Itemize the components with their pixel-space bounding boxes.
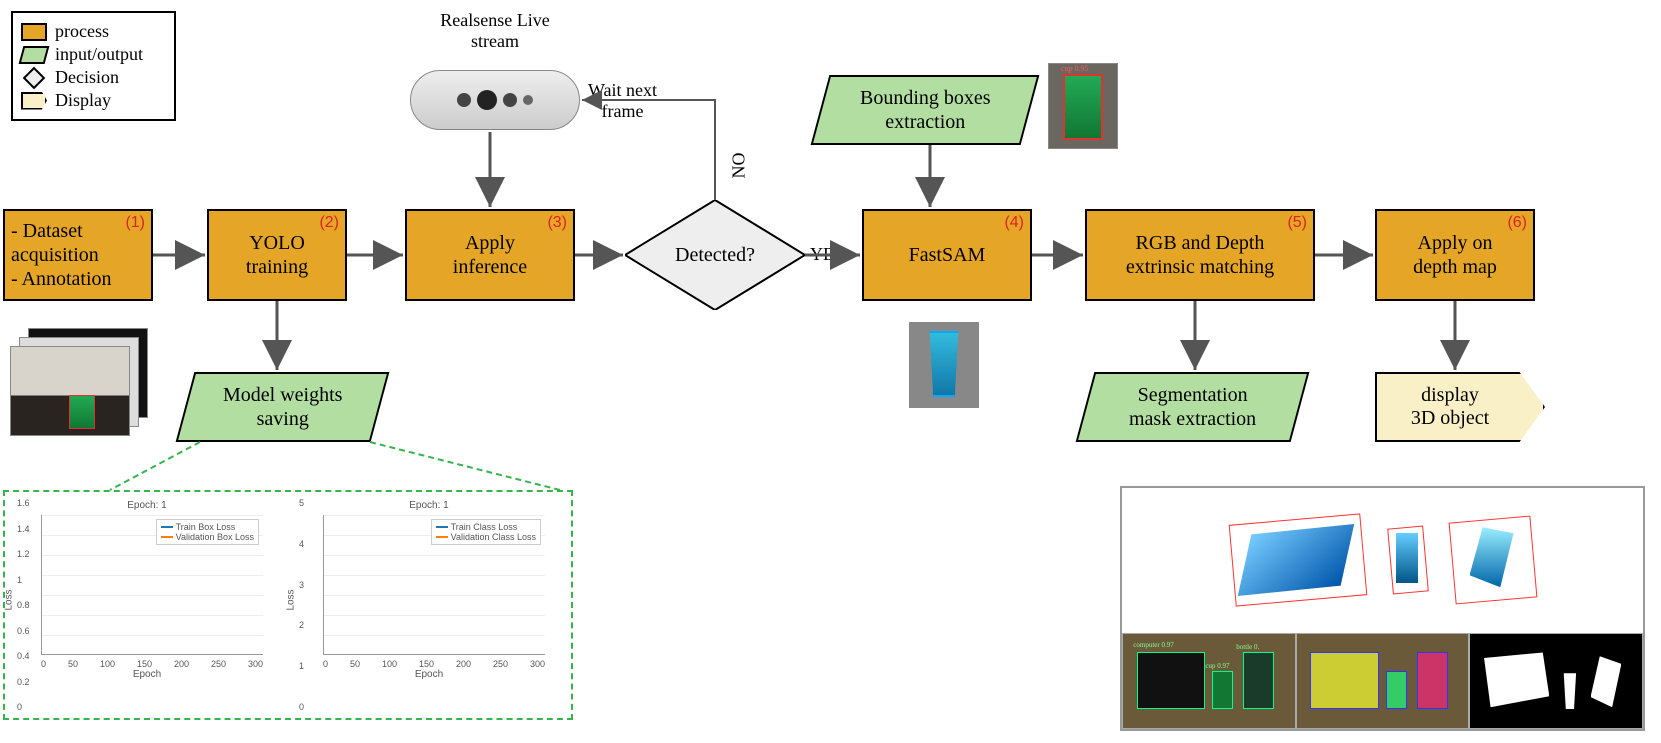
- step6-tag: (6): [1507, 213, 1527, 232]
- legend-swatch-decision: [23, 66, 46, 89]
- box-loss-chart: Epoch: 1 Loss 1.61.41.210.80.60.40.20 Tr…: [11, 498, 283, 712]
- legend-label-display: Display: [55, 90, 111, 111]
- result-segmentation: [1296, 633, 1470, 729]
- edge-yes: YES: [810, 244, 844, 265]
- decision-detected: Detected?: [625, 200, 805, 310]
- chart1-legend: Train Class Loss Validation Class Loss: [431, 519, 541, 545]
- chart1-title: Epoch: 1: [293, 500, 565, 511]
- legend-label-io: input/output: [55, 44, 143, 65]
- chart0-yticks: 1.61.41.210.80.60.40.20: [17, 498, 30, 712]
- step1-line1: acquisition: [11, 244, 99, 266]
- legend-label-decision: Decision: [55, 67, 119, 88]
- step3-tag: (3): [547, 213, 567, 232]
- step4-label: FastSAM: [909, 243, 986, 267]
- chart0-xticks: 050100150200250300: [41, 659, 263, 669]
- bbox-thumb: cup 0.95: [1048, 63, 1118, 149]
- step1-line0: - Dataset: [11, 220, 83, 242]
- io-segmask-label: Segmentation mask extraction: [1129, 383, 1256, 431]
- result-panel: computer 0.97 cup 0.97 bottle 0.: [1120, 486, 1645, 731]
- fastsam-thumb: [909, 322, 979, 408]
- decision-label: Detected?: [625, 200, 805, 310]
- io-bounding-boxes: Bounding boxes extraction: [811, 75, 1040, 145]
- legend-swatch-io: [19, 46, 50, 64]
- legend-swatch-display: [21, 92, 47, 110]
- step5-label: RGB and Depth extrinsic matching: [1126, 231, 1274, 279]
- class-loss-chart: Epoch: 1 Loss 543210 Train Class Loss Va…: [293, 498, 565, 712]
- chart1-ylabel: Loss: [286, 589, 297, 610]
- chart0-xlabel: Epoch: [11, 669, 283, 680]
- result-binary-mask: [1469, 633, 1643, 729]
- chart0-legend: Train Box Loss Validation Box Loss: [156, 519, 259, 545]
- display-3d-label: display 3D object: [1411, 384, 1489, 430]
- io-model-weights: Model weights saving: [176, 372, 390, 442]
- step2-tag: (2): [319, 213, 339, 232]
- realsense-label: Realsense Live stream: [405, 10, 585, 52]
- step4-fastsam: (4) FastSAM: [862, 209, 1032, 301]
- realsense-camera-image: [410, 70, 580, 130]
- step3-apply-inference: (3) Apply inference: [405, 209, 575, 301]
- legend-label-process: process: [55, 21, 109, 42]
- edge-no: NO: [729, 153, 750, 179]
- chart0-ylabel: Loss: [4, 589, 15, 610]
- step2-yolo-training: (2) YOLO training: [207, 209, 347, 301]
- chart1-xticks: 050100150200250300: [323, 659, 545, 669]
- io-bbox-label: Bounding boxes extraction: [860, 86, 991, 134]
- chart1-xlabel: Epoch: [293, 669, 565, 680]
- step1-tag: (1): [125, 213, 145, 232]
- legend-swatch-process: [21, 23, 47, 41]
- display-3d-object: display 3D object: [1375, 372, 1545, 442]
- io-weights-label: Model weights saving: [223, 383, 342, 431]
- step6-apply-depth-map: (6) Apply on depth map: [1375, 209, 1535, 301]
- chart0-title: Epoch: 1: [11, 500, 283, 511]
- step1-line2: - Annotation: [11, 268, 112, 290]
- legend: process input/output Decision Display: [11, 11, 176, 121]
- step5-tag: (5): [1287, 213, 1307, 232]
- result-3d-view: [1122, 488, 1643, 633]
- io-seg-mask: Segmentation mask extraction: [1076, 372, 1310, 442]
- step1-dataset-acquisition: (1) - Dataset acquisition - Annotation: [3, 209, 153, 301]
- step4-tag: (4): [1004, 213, 1024, 232]
- edge-wait-next: Wait next frame: [588, 80, 657, 122]
- step5-rgb-depth-matching: (5) RGB and Depth extrinsic matching: [1085, 209, 1315, 301]
- step6-label: Apply on depth map: [1413, 231, 1497, 279]
- loss-charts-panel: Epoch: 1 Loss 1.61.41.210.80.60.40.20 Tr…: [3, 490, 573, 720]
- chart1-yticks: 543210: [299, 498, 304, 712]
- step2-label: YOLO training: [246, 231, 308, 279]
- step3-label: Apply inference: [453, 231, 527, 279]
- result-detection: computer 0.97 cup 0.97 bottle 0.: [1122, 633, 1296, 729]
